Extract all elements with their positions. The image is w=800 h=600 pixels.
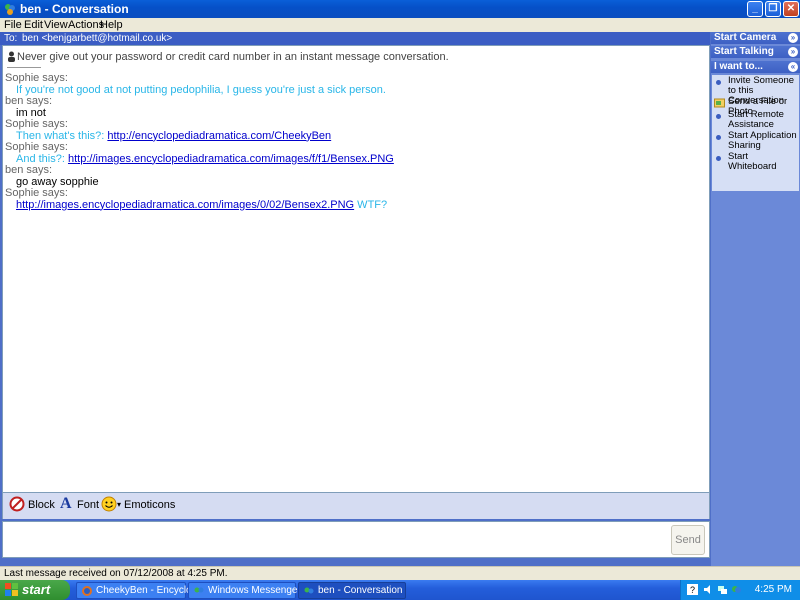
to-label: To: xyxy=(4,33,18,44)
emoticons-button[interactable]: Emoticons xyxy=(124,499,175,511)
notice-divider xyxy=(7,67,41,68)
emoticons-dropdown-icon[interactable]: ▾ xyxy=(117,500,121,509)
message-list: Sophie says: If you're not good at not p… xyxy=(5,72,705,211)
windows-flag-icon xyxy=(5,583,18,596)
message: Sophie says: If you're not good at not p… xyxy=(5,72,705,96)
recipient-address: ben <benjgarbett@hotmail.co.uk> xyxy=(22,33,173,44)
maximize-button[interactable]: ❐ xyxy=(765,1,781,17)
i-want-to-header[interactable]: I want to... « xyxy=(711,61,800,73)
side-item-remote-assistance[interactable]: Start Remote Assistance xyxy=(712,110,799,130)
security-notice: Never give out your password or credit c… xyxy=(17,51,449,63)
bullet-icon xyxy=(716,156,721,161)
message: ben says: go away sopphie xyxy=(5,164,705,188)
messenger-tray-icon[interactable] xyxy=(731,584,742,595)
message-sender: ben says: xyxy=(5,95,53,107)
message-text: im not xyxy=(16,106,46,119)
help-icon[interactable]: ? xyxy=(687,584,698,595)
close-button[interactable]: ✕ xyxy=(783,1,799,17)
i-want-to-label: I want to... xyxy=(714,61,763,72)
message-link[interactable]: http://images.encyclopediadramatica.com/… xyxy=(68,153,394,165)
messenger-icon xyxy=(194,587,204,593)
status-bar: Last message received on 07/12/2008 at 4… xyxy=(0,566,800,580)
taskbar-button-browser[interactable]: CheekyBen - Encyclo... xyxy=(76,582,200,599)
taskbar-button-label: CheekyBen - Encyclo... xyxy=(96,585,200,596)
side-item-invite[interactable]: Invite Someone to this Conversation xyxy=(712,76,799,106)
message-text: If you're not good at not putting pedoph… xyxy=(16,83,386,96)
menu-help[interactable]: Help xyxy=(100,19,123,31)
status-text: Last message received on 07/12/2008 at 4… xyxy=(4,568,228,579)
message-sender: ben says: xyxy=(5,164,53,176)
message-input[interactable]: Send xyxy=(2,521,710,558)
bullet-icon xyxy=(716,80,721,85)
svg-text:?: ? xyxy=(690,585,695,595)
message: Sophie says: Then what's this?: http://e… xyxy=(5,118,705,142)
message-text: Then what's this?: xyxy=(16,129,108,142)
message: Sophie says: And this?: http://images.en… xyxy=(5,141,705,165)
bullet-icon xyxy=(716,135,721,140)
side-item-whiteboard[interactable]: Start Whiteboard xyxy=(712,152,799,172)
system-tray: ? 4:25 PM xyxy=(680,580,800,600)
window-title: ben - Conversation xyxy=(20,2,129,16)
message-text: go away sopphie xyxy=(16,175,99,188)
firefox-icon xyxy=(82,586,92,596)
network-icon[interactable] xyxy=(717,584,728,595)
block-icon[interactable] xyxy=(9,496,25,512)
menu-file[interactable]: File xyxy=(4,19,22,31)
title-bar: ben - Conversation _ ❐ ✕ xyxy=(0,0,800,18)
taskbar: start CheekyBen - Encyclo... Windows Mes… xyxy=(0,580,800,600)
chevron-down-icon[interactable]: » xyxy=(788,33,798,43)
side-item-label: Start Whiteboard xyxy=(728,151,777,172)
file-photo-icon xyxy=(714,98,725,108)
chevron-up-icon[interactable]: « xyxy=(788,62,798,72)
message: Sophie says: http://images.encyclopediad… xyxy=(5,187,705,211)
menu-bar: File Edit View Actions Help xyxy=(0,18,800,32)
block-button[interactable]: Block xyxy=(28,499,55,511)
font-button[interactable]: Font xyxy=(77,499,99,511)
emoticon-icon[interactable] xyxy=(101,496,117,512)
format-toolbar: Block A Font ▾ Emoticons xyxy=(2,493,710,519)
clock: 4:25 PM xyxy=(754,584,792,595)
start-label: start xyxy=(22,582,51,597)
start-talking-label: Start Talking xyxy=(714,46,774,57)
font-icon[interactable]: A xyxy=(60,495,72,513)
menu-edit[interactable]: Edit xyxy=(24,19,43,31)
start-button[interactable]: start xyxy=(0,580,70,600)
start-camera-header[interactable]: Start Camera » xyxy=(711,32,800,44)
taskbar-button-messenger[interactable]: Windows Messenger xyxy=(188,582,301,599)
bullet-icon xyxy=(716,114,721,119)
menu-actions[interactable]: Actions xyxy=(68,19,104,31)
message-link[interactable]: http://images.encyclopediadramatica.com/… xyxy=(16,199,354,211)
action-list: Invite Someone to this Conversation Send… xyxy=(712,75,799,191)
message-text: WTF? xyxy=(354,198,388,211)
minimize-button[interactable]: _ xyxy=(747,1,763,17)
side-item-send-file[interactable]: Send a File or Photo xyxy=(712,97,799,117)
send-button[interactable]: Send xyxy=(671,525,705,555)
taskbar-button-conversation[interactable]: ben - Conversation xyxy=(298,582,406,599)
message-link[interactable]: http://encyclopediadramatica.com/CheekyB… xyxy=(107,130,331,142)
side-item-label: Start Remote Assistance xyxy=(728,109,784,130)
side-item-label: Start Application Sharing xyxy=(728,130,797,151)
message-text: And this?: xyxy=(16,152,68,165)
taskbar-button-label: ben - Conversation xyxy=(318,585,403,596)
side-panel: Start Camera » Start Talking » I want to… xyxy=(711,32,800,566)
start-talking-header[interactable]: Start Talking » xyxy=(711,46,800,58)
conversation-window: To: ben <benjgarbett@hotmail.co.uk> Neve… xyxy=(0,32,800,566)
message: ben says: im not xyxy=(5,95,705,119)
warning-person-icon xyxy=(8,51,15,62)
menu-view[interactable]: View xyxy=(44,19,68,31)
side-item-app-sharing[interactable]: Start Application Sharing xyxy=(712,131,799,151)
chat-history[interactable]: Never give out your password or credit c… xyxy=(2,45,710,493)
taskbar-button-label: Windows Messenger xyxy=(208,585,301,596)
messenger-icon xyxy=(5,4,15,15)
chevron-down-icon[interactable]: » xyxy=(788,47,798,57)
start-camera-label: Start Camera xyxy=(714,32,777,43)
to-bar: To: ben <benjgarbett@hotmail.co.uk> xyxy=(0,32,710,45)
volume-icon[interactable] xyxy=(703,584,714,595)
conversation-icon xyxy=(304,587,314,594)
